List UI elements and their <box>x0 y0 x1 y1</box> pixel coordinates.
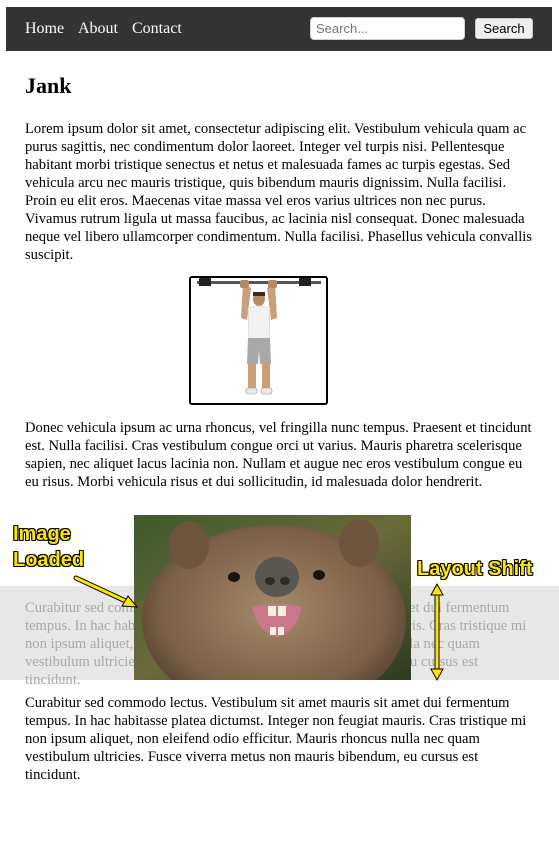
page-title: Jank <box>25 73 72 98</box>
search-input[interactable] <box>310 17 465 40</box>
image-loaded-annotation: Image Loaded <box>13 521 113 573</box>
nav-link-home[interactable]: Home <box>25 20 64 38</box>
wombat-illustration <box>134 515 411 680</box>
wombat-image <box>134 515 411 680</box>
top-nav: Home About Contact Search <box>6 7 552 51</box>
paragraph-3: Curabitur sed commodo lectus. Vestibulum… <box>25 695 527 783</box>
pullup-man-image <box>189 276 328 405</box>
search-button[interactable]: Search <box>475 18 533 39</box>
layout-shift-label: Layout Shift <box>417 558 533 580</box>
nav-link-contact[interactable]: Contact <box>132 20 182 38</box>
paragraph-2: Donec vehicula ipsum ac urna rhoncus, ve… <box>25 420 532 490</box>
paragraph-1: Lorem ipsum dolor sit amet, consectetur … <box>25 121 532 263</box>
image-loaded-label-line2: Loaded <box>13 549 85 571</box>
image-loaded-label-line1: Image <box>13 523 71 545</box>
pullup-man-illustration <box>191 278 326 403</box>
nav-link-about[interactable]: About <box>78 20 118 38</box>
